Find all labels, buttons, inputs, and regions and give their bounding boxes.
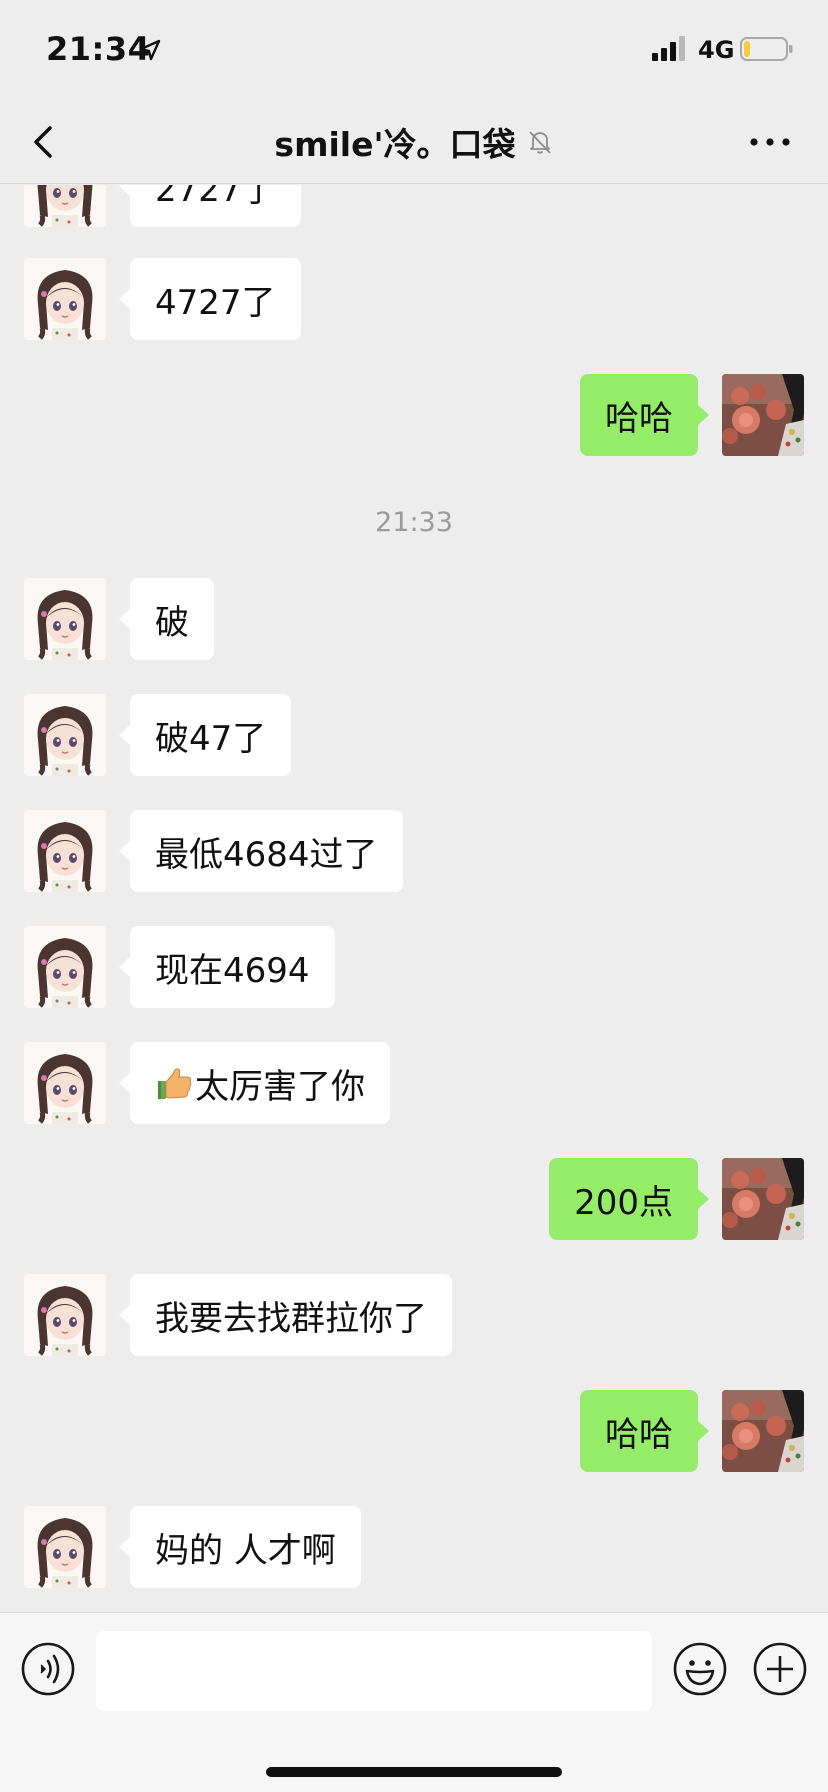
message-bubble[interactable]: 4727了 [119, 258, 301, 340]
mute-bell-icon [528, 131, 551, 154]
message-row: 200点 [0, 1158, 828, 1240]
contact-avatar[interactable] [24, 1274, 106, 1356]
input-bar [0, 1612, 828, 1792]
contact-avatar[interactable] [24, 258, 106, 340]
message-row: 妈的 人才啊 [0, 1506, 828, 1588]
message-row: 哈哈 [0, 1390, 828, 1472]
contact-avatar[interactable] [24, 185, 106, 227]
plus-icon[interactable] [752, 1641, 808, 1697]
message-row: 最低4684过了 [0, 810, 828, 892]
message-row: 现在4694 [0, 926, 828, 1008]
message-row: 破47了 [0, 694, 828, 776]
message-bubble[interactable]: 破47了 [118, 694, 292, 776]
contact-avatar[interactable] [24, 926, 106, 1008]
message-bubble[interactable]: 哈哈 [580, 1390, 709, 1472]
battery-icon [740, 37, 793, 61]
contact-avatar[interactable] [24, 810, 106, 892]
back-chevron-icon[interactable] [28, 120, 60, 164]
location-arrow-icon [139, 39, 161, 61]
voice-icon[interactable] [20, 1641, 76, 1697]
home-indicator[interactable] [266, 1767, 562, 1777]
chat-messages[interactable]: 2727了 4727了 哈哈 21:33 破 破47了 最低4684过了 现在4… [0, 185, 828, 1612]
chat-header: smile'冷。口袋 [0, 100, 828, 184]
message-row: 哈哈 [0, 374, 828, 456]
status-time: 21:34 [46, 30, 151, 68]
message-bubble[interactable]: 现在4694 [119, 926, 335, 1008]
message-bubble[interactable]: 我要去找群拉你了 [119, 1274, 452, 1356]
message-row: 4727了 [0, 258, 828, 340]
status-bar: 21:34 4G [0, 0, 828, 100]
contact-avatar[interactable] [24, 578, 106, 660]
message-timestamp: 21:33 [375, 507, 453, 538]
message-row [0, 1014, 828, 1096]
emoji-smile-icon[interactable] [672, 1641, 728, 1697]
message-bubble[interactable]: 破 [119, 578, 214, 660]
more-dots-icon[interactable] [748, 130, 792, 154]
contact-avatar[interactable] [24, 1506, 106, 1588]
signal-bars-icon [652, 36, 685, 61]
message-input[interactable] [96, 1631, 652, 1711]
self-avatar[interactable] [722, 1390, 804, 1472]
message-bubble[interactable]: 2727了 [119, 185, 301, 227]
message-row: 破 [0, 578, 828, 660]
self-avatar[interactable] [722, 374, 804, 456]
message-bubble[interactable]: 最低4684过了 [119, 810, 403, 892]
message-row: 2727了 [0, 185, 828, 227]
message-row: 我要去找群拉你了 [0, 1274, 828, 1356]
chat-title: smile'冷。口袋 [274, 125, 516, 164]
network-label: 4G [698, 36, 735, 64]
contact-avatar[interactable] [24, 694, 106, 776]
self-avatar[interactable] [722, 1158, 804, 1240]
message-bubble[interactable]: 哈哈 [580, 374, 709, 456]
message-bubble[interactable]: 200点 [549, 1158, 709, 1240]
message-bubble[interactable]: 妈的 人才啊 [119, 1506, 361, 1588]
